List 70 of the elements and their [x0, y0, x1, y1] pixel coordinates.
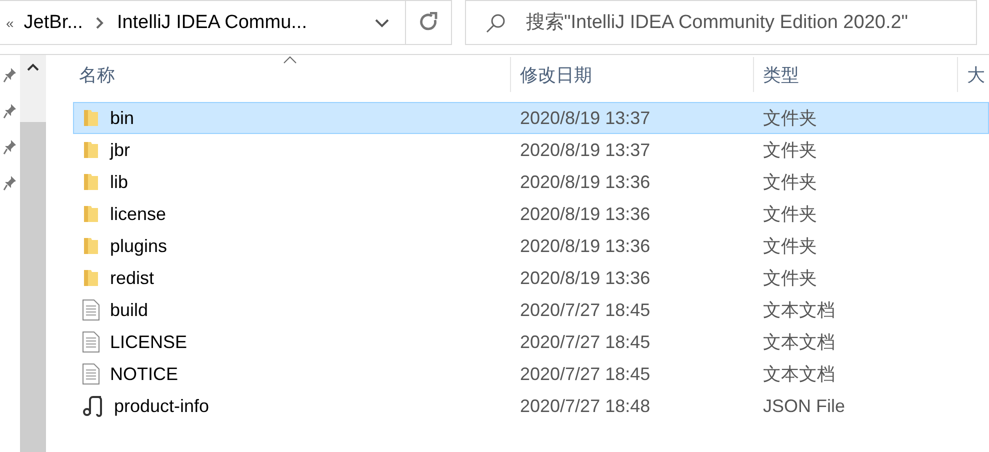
file-type: 文件夹	[762, 171, 818, 194]
file-name: bin	[110, 108, 134, 128]
search-icon	[486, 12, 506, 32]
file-row[interactable]: redist 2020/8/19 13:36 文件夹	[73, 262, 989, 294]
file-row[interactable]: plugins 2020/8/19 13:36 文件夹	[73, 230, 989, 262]
modified-date: 2020/7/27 18:45	[519, 300, 652, 320]
chevron-down-icon[interactable]	[375, 18, 389, 28]
file-name: redist	[110, 268, 154, 288]
file-type: JSON File	[762, 396, 846, 416]
pin-icon[interactable]	[3, 103, 17, 119]
breadcrumb[interactable]: IntelliJ IDEA Commu...	[116, 12, 307, 34]
scrollbar[interactable]	[20, 55, 46, 452]
document-icon	[82, 299, 100, 321]
file-type: 文件夹	[762, 139, 818, 162]
pin-icon[interactable]	[3, 67, 17, 83]
pin-icon[interactable]	[3, 139, 17, 155]
file-name: product-info	[114, 396, 210, 416]
file-row[interactable]: bin 2020/8/19 13:37 文件夹	[73, 102, 989, 134]
file-type: 文件夹	[762, 267, 818, 290]
column-header[interactable]: 名称	[73, 57, 510, 92]
folder-icon	[82, 236, 100, 256]
file-name: jbr	[110, 140, 130, 160]
file-name: LICENSE	[110, 332, 188, 352]
file-type: 文本文档	[762, 299, 836, 322]
search-field[interactable]: 搜索"IntelliJ IDEA Community Edition 2020.2"	[524, 10, 976, 34]
folder-icon	[82, 140, 100, 160]
script-icon	[82, 395, 104, 417]
document-icon	[82, 363, 100, 385]
search-box[interactable]: 搜索"IntelliJ IDEA Community Edition 2020.2"	[465, 0, 977, 45]
modified-date: 2020/8/19 13:36	[519, 268, 652, 288]
file-name: license	[110, 204, 166, 224]
modified-date: 2020/8/19 13:36	[519, 236, 652, 256]
file-row[interactable]: product-info 2020/7/27 18:48 JSON File	[73, 390, 989, 422]
modified-date: 2020/7/27 18:45	[519, 332, 652, 352]
modified-date: 2020/7/27 18:48	[519, 396, 652, 416]
file-row[interactable]: lib 2020/8/19 13:36 文件夹	[73, 166, 989, 198]
modified-date: 2020/8/19 13:36	[519, 204, 652, 224]
file-row[interactable]: build 2020/7/27 18:45 文本文档	[73, 294, 989, 326]
folder-icon	[82, 268, 100, 288]
file-name: NOTICE	[110, 364, 178, 384]
modified-date: 2020/8/19 13:36	[519, 172, 652, 192]
file-name: plugins	[110, 236, 168, 256]
file-type: 文件夹	[762, 107, 818, 130]
column-header[interactable]: 大	[957, 57, 989, 92]
column-header[interactable]: 类型	[753, 57, 957, 92]
sort-ascending-icon	[283, 56, 297, 64]
folder-icon	[82, 172, 100, 192]
file-name: lib	[110, 172, 128, 192]
document-icon	[82, 331, 100, 353]
file-name: build	[110, 300, 148, 320]
file-type: 文件夹	[762, 235, 818, 258]
folder-icon	[82, 204, 100, 224]
modified-date: 2020/8/19 13:37	[519, 140, 652, 160]
file-row[interactable]: NOTICE 2020/7/27 18:45 文本文档	[73, 358, 989, 390]
address-bar[interactable]: « JetBr... IntelliJ IDEA Commu...	[0, 0, 452, 45]
pin-icon[interactable]	[3, 175, 17, 191]
modified-date: 2020/7/27 18:45	[519, 364, 652, 384]
breadcrumb[interactable]: JetBr...	[24, 12, 83, 34]
scroll-up-icon[interactable]	[27, 63, 39, 71]
file-row[interactable]: LICENSE 2020/7/27 18:45 文本文档	[73, 326, 989, 358]
file-type: 文本文档	[762, 331, 836, 354]
file-type: 文本文档	[762, 363, 836, 386]
chevron-right-icon[interactable]	[94, 16, 105, 28]
overflow-chevrons[interactable]: «	[6, 14, 14, 30]
file-row[interactable]: license 2020/8/19 13:36 文件夹	[73, 198, 989, 230]
column-header[interactable]: 修改日期	[510, 57, 753, 92]
modified-date: 2020/8/19 13:37	[519, 108, 652, 128]
file-row[interactable]: jbr 2020/8/19 13:37 文件夹	[73, 134, 989, 166]
folder-icon	[82, 108, 100, 128]
file-type: 文件夹	[762, 203, 818, 226]
